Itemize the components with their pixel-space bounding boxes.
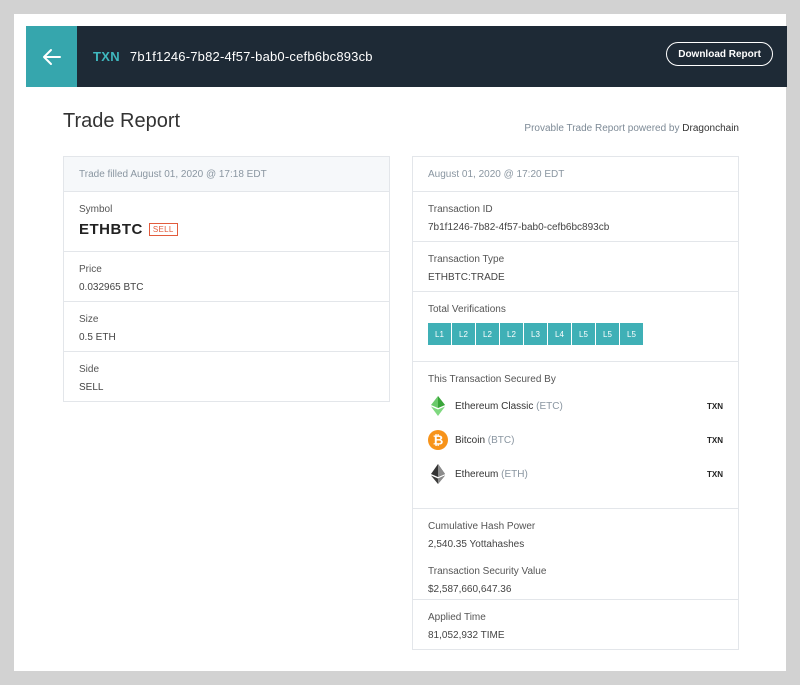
side-label: Side xyxy=(79,364,100,375)
transaction-type-label: Transaction Type xyxy=(428,254,505,265)
chain-name: Bitcoin (BTC) xyxy=(455,434,515,446)
side-section: Side SELL xyxy=(64,352,389,401)
verifications-label: Total Verifications xyxy=(428,304,506,315)
size-label: Size xyxy=(79,314,99,325)
bitcoin-icon: ₿ xyxy=(428,430,448,450)
applied-time-section: Applied Time 81,052,932 TIME xyxy=(413,600,738,649)
chain-txn-link[interactable]: TXN xyxy=(707,436,723,445)
price-value: 0.032965 BTC xyxy=(79,282,144,293)
transaction-type-value: ETHBTC:TRADE xyxy=(428,272,505,283)
verification-chips: L1 L2 L2 L2 L3 L4 L5 L5 L5 xyxy=(428,323,723,345)
applied-time-label: Applied Time xyxy=(428,612,486,623)
symbol-label: Symbol xyxy=(79,204,113,215)
transaction-id-label: Transaction ID xyxy=(428,204,493,215)
applied-time-value: 81,052,932 TIME xyxy=(428,630,505,641)
size-section: Size 0.5 ETH xyxy=(64,302,389,352)
hash-power-value: 2,540.35 Yottahashes xyxy=(428,539,525,550)
verification-chip[interactable]: L5 xyxy=(596,323,619,345)
price-section: Price 0.032965 BTC xyxy=(64,252,389,302)
security-value: $2,587,660,647.36 xyxy=(428,584,512,595)
chain-row-btc: ₿ Bitcoin (BTC) TXN xyxy=(428,423,723,457)
trade-card-header: Trade filled August 01, 2020 @ 17:18 EDT xyxy=(64,157,389,192)
verification-chip[interactable]: L5 xyxy=(620,323,643,345)
secured-by-label: This Transaction Secured By xyxy=(428,374,556,385)
chain-name: Ethereum Classic (ETC) xyxy=(455,400,563,412)
security-value-label: Transaction Security Value xyxy=(428,566,547,577)
top-bar: TXN 7b1f1246-7b82-4f57-bab0-cefb6bc893cb… xyxy=(26,26,787,87)
page-title: Trade Report xyxy=(63,110,181,132)
ethereum-classic-icon xyxy=(428,396,448,416)
hash-power-label: Cumulative Hash Power xyxy=(428,521,536,532)
verification-chip[interactable]: L2 xyxy=(476,323,499,345)
ethereum-icon xyxy=(428,464,448,484)
arrow-left-icon xyxy=(42,48,61,65)
powered-prefix: Provable Trade Report powered by xyxy=(524,123,680,134)
side-value: SELL xyxy=(79,382,104,393)
symbol-section: Symbol ETHBTC SELL xyxy=(64,192,389,252)
trade-card: Trade filled August 01, 2020 @ 17:18 EDT… xyxy=(63,156,390,402)
verification-chip[interactable]: L5 xyxy=(572,323,595,345)
price-label: Price xyxy=(79,264,102,275)
verifications-section: Total Verifications L1 L2 L2 L2 L3 L4 L5… xyxy=(413,292,738,362)
verification-chip[interactable]: L1 xyxy=(428,323,451,345)
verification-chip[interactable]: L2 xyxy=(452,323,475,345)
size-value: 0.5 ETH xyxy=(79,332,116,343)
verification-chip[interactable]: L4 xyxy=(548,323,571,345)
symbol-value: ETHBTC xyxy=(79,221,143,238)
download-report-button[interactable]: Download Report xyxy=(666,42,773,66)
verification-chip[interactable]: L3 xyxy=(524,323,547,345)
chain-row-etc: Ethereum Classic (ETC) TXN xyxy=(428,389,723,423)
chain-txn-link[interactable]: TXN xyxy=(707,470,723,479)
powered-brand-link[interactable]: Dragonchain xyxy=(682,123,739,134)
transaction-id-section: Transaction ID 7b1f1246-7b82-4f57-bab0-c… xyxy=(413,192,738,242)
back-button[interactable] xyxy=(26,26,77,87)
report-frame: TXN 7b1f1246-7b82-4f57-bab0-cefb6bc893cb… xyxy=(14,14,787,671)
powered-by: Provable Trade Report powered by Dragonc… xyxy=(524,123,739,134)
secured-by-section: This Transaction Secured By Ethereum Cla… xyxy=(413,362,738,509)
svg-text:₿: ₿ xyxy=(433,434,444,449)
side-badge: SELL xyxy=(148,223,178,236)
transaction-card: August 01, 2020 @ 17:20 EDT Transaction … xyxy=(412,156,739,650)
txn-id: 7b1f1246-7b82-4f57-bab0-cefb6bc893cb xyxy=(129,49,373,64)
hash-power-section: Cumulative Hash Power 2,540.35 Yottahash… xyxy=(413,509,738,600)
chain-row-eth: Ethereum (ETH) TXN xyxy=(428,457,723,491)
verification-chip[interactable]: L2 xyxy=(500,323,523,345)
transaction-id-value: 7b1f1246-7b82-4f57-bab0-cefb6bc893cb xyxy=(428,222,610,233)
txn-label: TXN xyxy=(93,49,120,64)
transaction-card-header: August 01, 2020 @ 17:20 EDT xyxy=(413,157,738,192)
chain-txn-link[interactable]: TXN xyxy=(707,402,723,411)
chain-name: Ethereum (ETH) xyxy=(455,468,528,480)
transaction-type-section: Transaction Type ETHBTC:TRADE xyxy=(413,242,738,292)
